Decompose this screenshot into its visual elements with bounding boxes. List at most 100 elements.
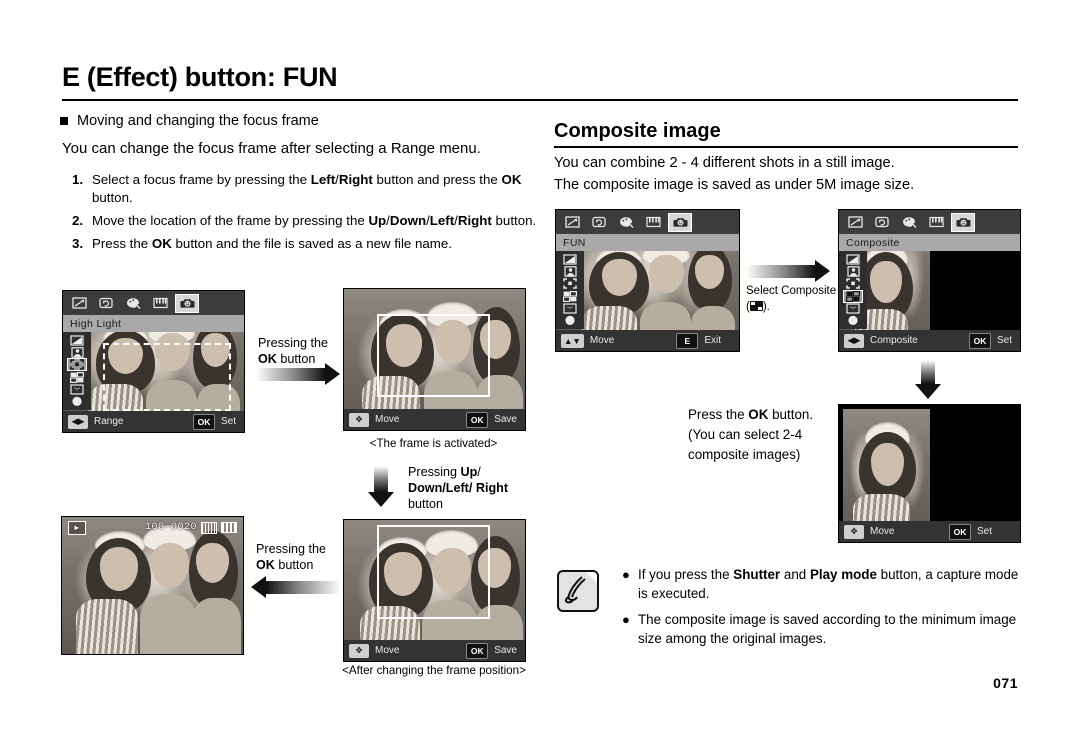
bottom-right-label: Exit (704, 335, 721, 346)
bottom-right-label: Set (220, 416, 236, 427)
smiley-icon[interactable] (668, 212, 692, 232)
arrow-right-1 (256, 363, 340, 385)
lcd-side-menu[interactable] (839, 251, 867, 329)
caption-line-1: Pressing the (258, 336, 329, 350)
brightness-icon[interactable] (843, 253, 863, 265)
lcd-bottom-bar: ✥ Move OK Save (344, 640, 525, 661)
composite-icon[interactable] (560, 290, 580, 302)
four-way-key-icon: ✥ (349, 412, 369, 427)
note-pen-icon (557, 570, 599, 612)
piano-icon[interactable] (148, 294, 172, 313)
e-key-icon: E (676, 332, 699, 349)
focus-frame-dashed (103, 343, 231, 411)
rotate-icon[interactable] (870, 213, 894, 232)
lcd-side-menu[interactable] (63, 332, 91, 410)
four-way-key-icon: ✥ (349, 643, 369, 658)
focus-frame-icon[interactable] (843, 277, 863, 289)
sticker-icon[interactable] (560, 302, 580, 314)
piano-icon[interactable] (641, 213, 665, 232)
lcd-bottom-bar: ✥ Move OK Save (344, 409, 525, 430)
section-bullet-row: Moving and changing the focus frame (60, 113, 319, 129)
ok-key-icon: OK (948, 523, 971, 540)
rotate-icon[interactable] (94, 294, 118, 313)
caption-line-2: button (276, 352, 316, 366)
resize-icon[interactable] (560, 213, 584, 232)
stamp-icon[interactable] (843, 315, 863, 327)
lcd-side-menu[interactable] (556, 251, 584, 329)
caption-dir-bold: Down/Left/ Right (408, 481, 509, 495)
caption-line-1: Select Composite (746, 285, 837, 297)
lcd-bottom-bar: ▲▼ Move E Exit (556, 330, 739, 351)
numbered-steps: 1. Select a focus frame by pressing the L… (72, 171, 542, 258)
stamp-icon[interactable] (67, 396, 87, 408)
sticker-icon[interactable] (843, 303, 863, 315)
caption-line-1: Pressing (408, 465, 461, 479)
composite-icon[interactable] (843, 289, 863, 303)
sticker-icon[interactable] (67, 384, 87, 396)
step-number: 1. (72, 172, 84, 187)
lcd-tab-bar[interactable] (556, 210, 739, 234)
bottom-right-label: Set (996, 335, 1012, 346)
caption-frame-activated: <The frame is activated> (369, 437, 498, 450)
note-bullet-icon: ● (622, 612, 630, 627)
step-item: 1. Select a focus frame by pressing the L… (72, 171, 542, 207)
notes-list: ● If you press the Shutter and Play mode … (622, 565, 1022, 655)
page-number: 071 (993, 675, 1018, 691)
smiley-icon[interactable] (951, 212, 975, 232)
portrait-icon[interactable] (843, 265, 863, 277)
caption-ok-bold: OK (258, 352, 277, 366)
arrow-down-1 (368, 466, 394, 516)
caption-pressing-direction: Pressing Up/ Down/Left/ Right button (408, 465, 509, 511)
brightness-icon[interactable] (67, 334, 87, 346)
composite-intro-text: You can combine 2 - 4 different shots in… (554, 152, 914, 196)
step-text: Move the location of the frame by pressi… (92, 213, 537, 228)
focus-frame-solid-moved (377, 525, 490, 619)
lcd-tab-bar[interactable] (839, 210, 1020, 234)
brightness-icon[interactable] (560, 253, 580, 265)
caption-line-2: (You can select 2-4 (688, 427, 803, 442)
portrait-icon[interactable] (560, 265, 580, 277)
arrow-left-1 (251, 576, 341, 598)
smiley-icon[interactable] (175, 293, 199, 313)
ok-key-icon: OK (466, 642, 489, 659)
memory-card-icon (201, 521, 217, 534)
lcd-mode-label: FUN (556, 234, 739, 251)
resize-icon[interactable] (67, 294, 91, 313)
step-text: Press the OK button and the file is save… (92, 236, 452, 251)
lcd-tab-bar[interactable] (63, 291, 244, 315)
composite-section-title: Composite image (554, 120, 721, 142)
step-number: 2. (72, 213, 84, 228)
focus-frame-icon[interactable] (67, 358, 87, 372)
resize-icon[interactable] (843, 213, 867, 232)
caption-press-ok-composite: Press the OK button. (You can select 2-4… (688, 405, 813, 465)
bottom-right-label: Set (976, 526, 992, 537)
palette-icon[interactable] (614, 213, 638, 232)
step-item: 2. Move the location of the frame by pres… (72, 212, 542, 230)
palette-icon[interactable] (897, 213, 921, 232)
piano-icon[interactable] (924, 213, 948, 232)
note-item: ● If you press the Shutter and Play mode … (622, 565, 1022, 603)
lcd-composite-select: ✥ Move OK Set (838, 404, 1021, 543)
palette-icon[interactable] (121, 294, 145, 313)
step-text: Select a focus frame by pressing the Lef… (92, 172, 522, 205)
composite-icon[interactable] (67, 371, 87, 383)
arrow-down-2 (915, 360, 941, 408)
composite-title-divider (554, 146, 1018, 148)
caption-line-2: button (274, 558, 314, 572)
ok-key-icon: OK (466, 411, 489, 428)
four-way-key-icon: ✥ (844, 524, 864, 539)
lcd-bottom-bar: ◀▶ Range OK Set (63, 411, 244, 432)
portrait-icon[interactable] (67, 346, 87, 358)
focus-frame-icon[interactable] (560, 278, 580, 290)
caption-pressing-ok-2: Pressing the OK button (256, 541, 326, 573)
lcd-bottom-bar: ◀▶ Composite OK Set (839, 330, 1020, 351)
bottom-left-label: Composite (870, 335, 918, 346)
step-number: 3. (72, 236, 84, 251)
rotate-icon[interactable] (587, 213, 611, 232)
caption-line-1-post: button. (768, 407, 814, 422)
focus-frame-solid (377, 314, 490, 397)
stamp-icon[interactable] (560, 315, 580, 327)
lcd-photo-background (843, 409, 930, 538)
playback-status-bar: ▶ 100-0020 (62, 520, 243, 535)
ok-key-icon: OK (968, 332, 991, 349)
